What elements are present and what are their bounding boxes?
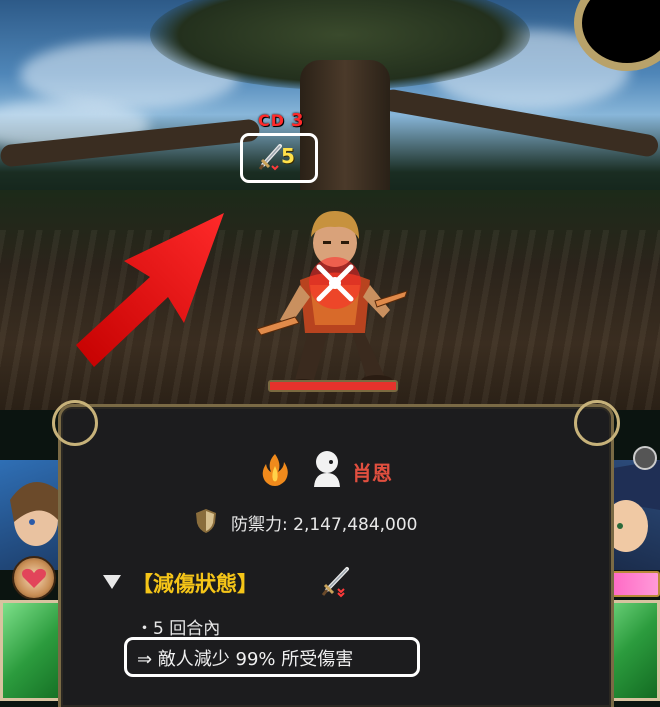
cd-value: 3	[291, 110, 305, 131]
panel-corner-deco	[574, 400, 620, 446]
enemy-character[interactable]	[255, 205, 415, 395]
cd-label: CD	[258, 111, 286, 130]
defense-value: 防禦力: 2,147,484,000	[231, 515, 418, 535]
human-icon	[314, 451, 340, 487]
left-hero-portrait[interactable]	[0, 460, 60, 570]
sword-down-icon[interactable]	[258, 144, 282, 172]
status-duration: ・5 回合內	[136, 619, 221, 639]
status-title: 【減傷狀態】	[132, 572, 258, 596]
cd-indicator: CD 3	[258, 110, 305, 131]
enemy-name: 肖恩	[352, 461, 392, 485]
panel-corner-deco	[52, 400, 98, 446]
shield-icon	[196, 509, 216, 533]
heart-icon	[22, 568, 46, 588]
buff-turn-count: 5	[281, 144, 295, 168]
enemy-hp-fill	[270, 382, 396, 390]
status-effect-description: ⇒ 敵人減少 99% 所受傷害	[137, 649, 354, 670]
triangle-down-icon[interactable]	[103, 575, 121, 589]
heart-button[interactable]	[12, 556, 56, 600]
enemy-hp-bar	[268, 380, 398, 392]
hero-face	[10, 482, 58, 546]
red-arrow	[76, 213, 224, 367]
sword-down-icon	[321, 567, 349, 598]
settings-button[interactable]	[633, 446, 657, 470]
fire-icon	[262, 454, 288, 486]
